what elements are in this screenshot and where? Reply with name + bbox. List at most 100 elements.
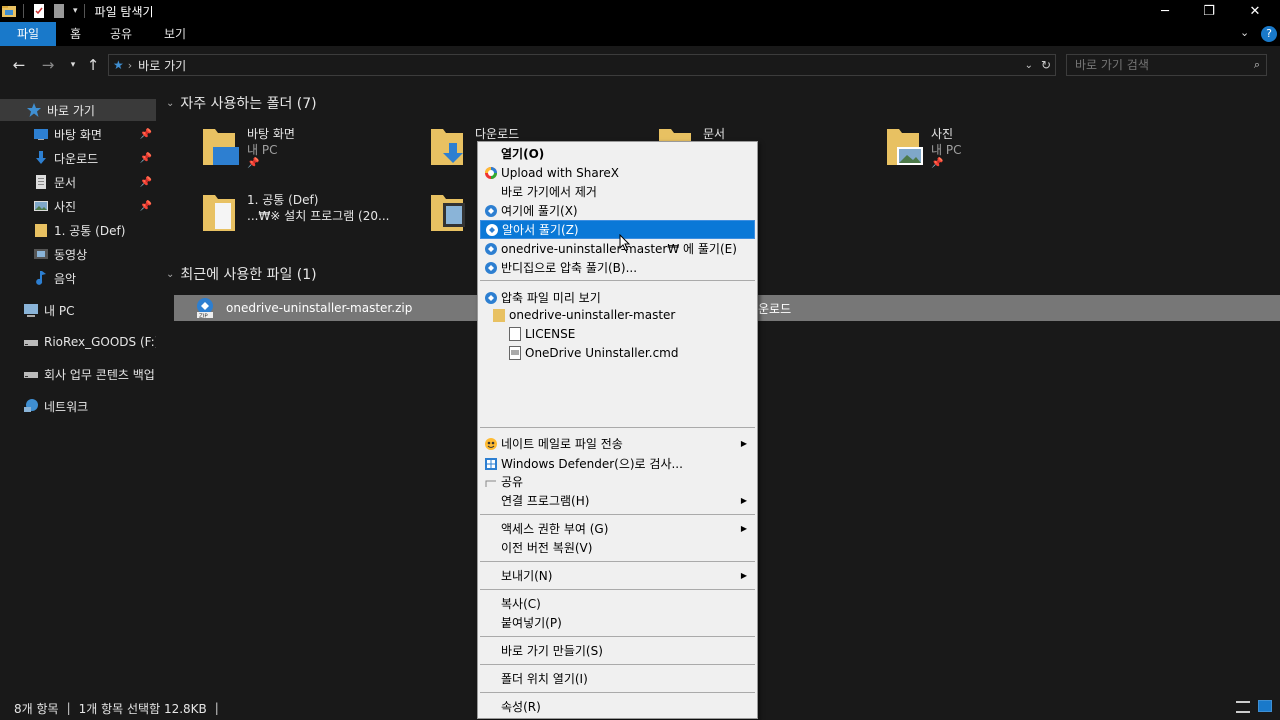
close-button[interactable]: ✕ [1232,0,1278,22]
sidebar-item-backup-drive[interactable]: 회사 업무 콘텐츠 백업 [0,363,156,385]
folder-tile-pictures[interactable]: 사진 내 PC 📌 [885,125,1105,181]
menu-upload-sharex[interactable]: Upload with ShareX [480,163,755,182]
menu-send-to[interactable]: 보내기(N) ▶ [480,566,755,585]
quick-access-star-icon: ★ [113,58,124,72]
download-folder-icon [429,125,469,169]
menu-smart-extract[interactable]: 알아서 풀기(Z) [480,220,755,239]
search-box[interactable]: ⌕ [1066,54,1267,76]
folder-tile-videos[interactable] [429,191,479,247]
sidebar-item-music[interactable]: 음악 [0,267,156,289]
back-icon[interactable]: ← [8,54,30,76]
maximize-button[interactable]: ❐ [1186,0,1232,22]
tab-home[interactable]: 홈 [58,22,93,46]
menu-open-with[interactable]: 연결 프로그램(H) ▶ [480,491,755,510]
preview-tree-folder[interactable]: onedrive-uninstaller-master [493,308,675,322]
address-dropdown-icon[interactable]: ⌄ [1025,60,1033,71]
menu-defender-scan[interactable]: Windows Defender(으)로 검사... [480,454,755,473]
pictures-folder-icon [885,125,925,169]
sidebar-item-quick-access[interactable]: 바로 가기 [0,99,156,121]
details-view-icon[interactable] [1236,701,1250,713]
preview-tree-license[interactable]: LICENSE [509,327,575,341]
large-icons-view-icon[interactable] [1258,700,1272,712]
explorer-icon[interactable] [1,3,17,19]
navigation-pane: 바로 가기 바탕 화면 📌 다운로드 📌 문서 📌 사진 📌 1. 공통 (De… [0,96,158,692]
menu-preview-archive[interactable]: 압축 파일 미리 보기 [480,288,755,307]
customize-quick-access-icon[interactable]: ▾ [73,6,78,16]
sidebar-item-label: 다운로드 [54,151,99,166]
minimize-button[interactable]: ─ [1142,0,1188,22]
bandizip-icon [485,223,499,237]
properties-quick-icon[interactable] [31,3,47,19]
section-title: 자주 사용하는 폴더 (7) [180,96,317,112]
menu-give-access[interactable]: 액세스 권한 부여 (G) ▶ [480,519,755,538]
item-count: 8개 항목 [14,701,59,716]
breadcrumb-chevron-icon[interactable]: › [128,59,132,72]
menu-open-file-location[interactable]: 폴더 위치 열기(I) [480,669,755,688]
sidebar-item-videos[interactable]: 동영상 [0,243,156,265]
sidebar-item-drive-f[interactable]: RioRex_GOODS (F:) [0,331,156,353]
menu-share[interactable]: 공유 [480,472,755,491]
up-icon[interactable]: ↑ [82,54,104,76]
sidebar-item-this-pc[interactable]: 내 PC [0,299,156,321]
submenu-arrow-icon: ▶ [740,439,747,448]
new-folder-quick-icon[interactable] [51,3,67,19]
collapse-chevron-icon[interactable]: ⌄ [166,98,174,109]
tile-name: 문서 [703,127,726,141]
pin-icon: 📌 [247,158,260,169]
sidebar-item-label: 사진 [54,199,77,214]
menu-extract-to-folder[interactable]: onedrive-uninstaller-master₩ 에 풀기(E) [480,239,755,258]
forward-icon[interactable]: → [37,54,59,76]
search-icon[interactable]: ⌕ [1254,58,1260,72]
pin-icon[interactable]: 📌 [140,129,152,140]
frequent-folders-header[interactable]: ⌄ 자주 사용하는 폴더 (7) [166,93,317,113]
preview-tree-cmd[interactable]: OneDrive Uninstaller.cmd [509,346,678,360]
address-bar[interactable]: ★ › 바로 가기 ⌄ ↻ [108,54,1056,76]
pin-icon[interactable]: 📌 [140,153,152,164]
recent-locations-icon[interactable]: ▾ [62,54,84,76]
menu-paste[interactable]: 붙여넣기(P) [480,613,755,632]
sidebar-item-label: 회사 업무 콘텐츠 백업 [44,367,155,382]
tab-share[interactable]: 공유 [98,22,144,46]
collapse-chevron-icon[interactable]: ⌄ [166,269,174,280]
menu-separator [480,280,755,281]
menu-extract-here[interactable]: 여기에 풀기(X) [480,201,755,220]
sidebar-item-network[interactable]: 네트워크 [0,395,156,417]
folder-icon [201,191,241,235]
expand-ribbon-icon[interactable]: ⌄ [1240,26,1249,39]
menu-create-shortcut[interactable]: 바로 가기 만들기(S) [480,641,755,660]
sidebar-item-pictures[interactable]: 사진 📌 [0,195,156,217]
folder-tile-common-def[interactable]: 1. 공통 (Def) ...₩※ 설치 프로그램 (20... [201,191,421,247]
menu-open[interactable]: 열기(O) [480,144,755,163]
tab-view[interactable]: 보기 [152,22,198,46]
folder-tile-desktop[interactable]: 바탕 화면 내 PC 📌 [201,125,421,181]
sidebar-item-downloads[interactable]: 다운로드 📌 [0,147,156,169]
menu-restore-versions[interactable]: 이전 버전 복원(V) [480,538,755,557]
refresh-icon[interactable]: ↻ [1041,58,1051,72]
pin-icon[interactable]: 📌 [140,201,152,212]
pin-icon[interactable]: 📌 [140,177,152,188]
menu-extract-with-bandizip[interactable]: 반디집으로 압축 풀기(B)... [480,258,755,277]
sidebar-item-common-def[interactable]: 1. 공통 (Def) [0,219,156,241]
help-icon[interactable]: ? [1261,26,1277,42]
svg-text:ZIP: ZIP [199,314,208,320]
menu-nate-mail[interactable]: 네이트 메일로 파일 전송 ▶ [480,434,755,453]
tile-name: 1. 공통 (Def) [247,193,319,207]
menu-remove-from-quick-access[interactable]: 바로 가기에서 제거 [480,182,755,201]
menu-separator [480,561,755,562]
menu-copy[interactable]: 복사(C) [480,594,755,613]
menu-properties[interactable]: 속성(R) [480,697,755,716]
search-input[interactable] [1067,55,1237,75]
selection-info: 1개 항목 선택함 12.8KB [78,701,207,716]
folder-icon [493,308,505,322]
ribbon-tabs: 파일 홈 공유 보기 ⌄ ? [0,22,1280,46]
recent-files-header[interactable]: ⌄ 최근에 사용한 파일 (1) [166,264,317,284]
menu-separator [480,636,755,637]
sidebar-item-desktop[interactable]: 바탕 화면 📌 [0,123,156,145]
tab-file[interactable]: 파일 [0,22,56,46]
sidebar-item-label: 네트워크 [44,399,89,414]
breadcrumb-current[interactable]: 바로 가기 [138,57,186,74]
drive-icon [23,366,39,382]
menu-separator [480,664,755,665]
sidebar-item-documents[interactable]: 문서 📌 [0,171,156,193]
submenu-arrow-icon: ▶ [740,524,747,533]
